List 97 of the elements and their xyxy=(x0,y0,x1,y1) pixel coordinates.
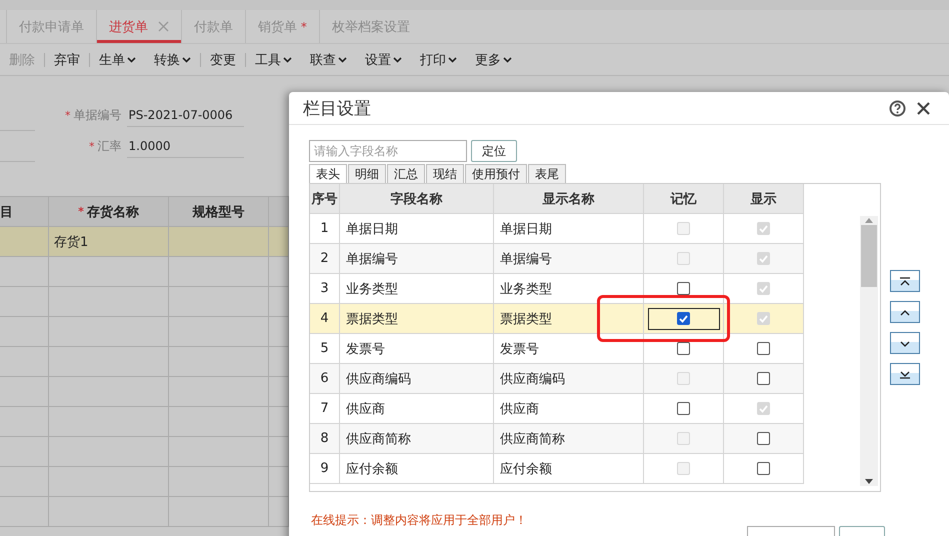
field-label: 汇率 xyxy=(98,138,122,155)
tab-label: 销货单 * xyxy=(258,18,307,36)
table-cell: 供应商编码 xyxy=(494,364,644,394)
table-cell xyxy=(269,317,289,347)
checkbox[interactable] xyxy=(677,312,690,325)
field-label: 单据编号 xyxy=(74,107,122,124)
table-cell: 供应商简称 xyxy=(340,424,494,454)
required-asterisk: * xyxy=(65,109,70,122)
checkbox[interactable] xyxy=(757,432,770,445)
table-cell: 发票号 xyxy=(340,334,494,364)
checkbox[interactable] xyxy=(757,372,770,385)
tab[interactable]: 明细 xyxy=(348,164,386,183)
row-number: 3 xyxy=(310,274,340,304)
move-up-button[interactable] xyxy=(890,301,920,323)
table-cell xyxy=(269,287,289,317)
row-number: 5 xyxy=(310,334,340,364)
scrollbar-thumb[interactable] xyxy=(861,225,877,287)
column-header: 字段名称 xyxy=(340,184,494,214)
table-cell xyxy=(269,377,289,407)
required-asterisk: * xyxy=(89,140,94,153)
table-cell: 应付余额 xyxy=(340,454,494,484)
column-header: * 存货名称 xyxy=(49,196,169,227)
move-top-button[interactable] xyxy=(890,270,920,292)
move-down-button[interactable] xyxy=(890,332,920,354)
column-header: 目 xyxy=(0,196,49,227)
table-cell xyxy=(269,227,289,257)
tab[interactable]: 现结 xyxy=(426,164,464,183)
column-header: 规格型号 xyxy=(169,196,269,227)
table-cell: 票据类型 xyxy=(494,304,644,334)
search-field[interactable]: 请输入字段名称 xyxy=(309,140,467,162)
double-chevron-down-icon xyxy=(898,368,912,380)
double-chevron-up-icon xyxy=(898,276,912,286)
table-cell: 应付余额 xyxy=(494,454,644,484)
table-cell: 供应商 xyxy=(494,394,644,424)
dialog-title: 栏目设置 xyxy=(303,98,372,120)
table-cell: 发票号 xyxy=(494,334,644,364)
help-icon[interactable] xyxy=(889,100,906,116)
tab-label: 进货单 xyxy=(109,18,148,36)
table-cell xyxy=(269,497,289,527)
column-header: 显示 xyxy=(724,184,804,214)
checkbox[interactable] xyxy=(677,342,690,355)
locate-button[interactable]: 定位 xyxy=(471,140,517,162)
scrollbar[interactable] xyxy=(860,216,878,486)
table-cell: 存货1 xyxy=(49,227,169,257)
table-cell xyxy=(269,257,289,287)
toolbar-button[interactable]: 变更 xyxy=(201,50,245,68)
table-cell: 单据编号 xyxy=(494,244,644,274)
checkbox[interactable] xyxy=(757,342,770,355)
input-field[interactable]: PS-2021-07-0006 xyxy=(126,104,244,127)
move-bottom-button[interactable] xyxy=(890,363,920,385)
tab-label: 枚举档案设置 xyxy=(332,18,410,36)
toolbar-button[interactable]: 转换 xyxy=(145,50,200,68)
column-header: 记忆 xyxy=(644,184,724,214)
table-cell xyxy=(269,407,289,437)
row-number: 7 xyxy=(310,394,340,424)
tab[interactable]: 表尾 xyxy=(528,164,566,183)
toolbar-button[interactable]: 打印 xyxy=(411,50,466,68)
table-cell: 单据编号 xyxy=(340,244,494,274)
table-cell: 单据日期 xyxy=(494,214,644,244)
hint-text: 调整内容将应用于全部用户！ xyxy=(371,512,528,529)
scroll-up-arrow-icon[interactable] xyxy=(864,216,874,224)
tab[interactable]: 表头 xyxy=(309,164,347,183)
tab[interactable]: 使用预付 xyxy=(465,164,527,183)
checkbox[interactable] xyxy=(677,402,690,415)
tab-label: 付款申请单 xyxy=(19,18,84,36)
toolbar-button[interactable]: 联查 xyxy=(301,50,356,68)
close-icon[interactable] xyxy=(916,100,931,116)
toolbar-button[interactable]: 工具 xyxy=(246,50,301,68)
row-number: 6 xyxy=(310,364,340,394)
scroll-down-arrow-icon[interactable] xyxy=(864,478,874,486)
table-cell xyxy=(269,347,289,377)
row-number: 1 xyxy=(310,214,340,244)
toolbar-button[interactable]: 设置 xyxy=(356,50,411,68)
row-number: 9 xyxy=(310,454,340,484)
row-number: 4 xyxy=(310,304,340,334)
table-cell: 供应商编码 xyxy=(340,364,494,394)
tab-label: 付款单 xyxy=(194,18,233,36)
table-cell xyxy=(269,437,289,467)
table-cell: 业务类型 xyxy=(494,274,644,304)
hint-label: 在线提示： xyxy=(311,512,371,529)
table-cell: 供应商简称 xyxy=(494,424,644,454)
table-cell: 单据日期 xyxy=(340,214,494,244)
toolbar-button[interactable]: 更多 xyxy=(466,50,521,68)
tab[interactable]: 汇总 xyxy=(387,164,425,183)
table-cell xyxy=(269,467,289,497)
table-cell: 供应商 xyxy=(340,394,494,424)
toolbar-button[interactable]: 生单 xyxy=(90,50,145,68)
row-number: 8 xyxy=(310,424,340,454)
checkbox[interactable] xyxy=(677,282,690,295)
column-header: 序号 xyxy=(310,184,340,214)
table-cell: 票据类型 xyxy=(340,304,494,334)
row-number: 2 xyxy=(310,244,340,274)
table-cell: 业务类型 xyxy=(340,274,494,304)
checkbox[interactable] xyxy=(757,462,770,475)
input-field[interactable]: 1.0000 xyxy=(126,135,244,158)
toolbar-button[interactable]: 弃审 xyxy=(45,50,89,68)
column-header: 显示名称 xyxy=(494,184,644,214)
